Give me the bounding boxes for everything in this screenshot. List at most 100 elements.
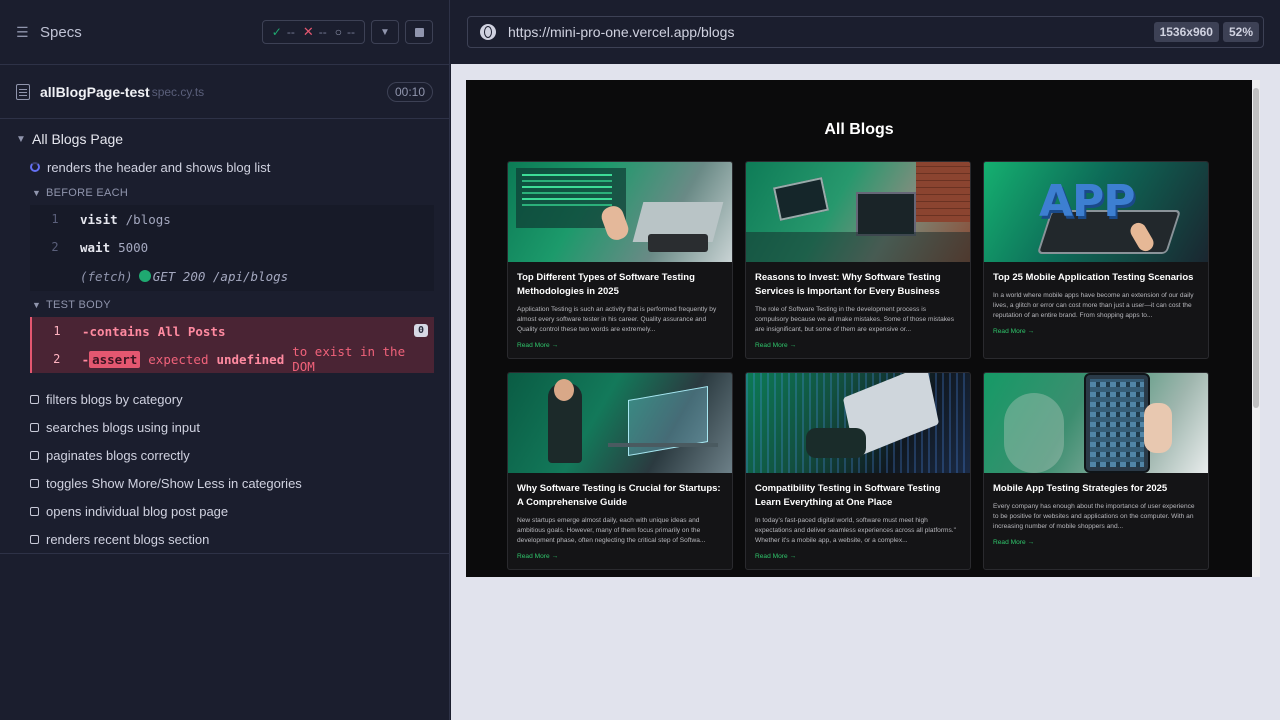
read-more-link[interactable]: Read More → [993,328,1199,335]
blog-title[interactable]: Reasons to Invest: Why Software Testing … [755,271,961,299]
command-row[interactable]: 1 -contains All Posts 0 [32,317,434,345]
other-tests: filters blogs by category searches blogs… [0,373,449,554]
failed-count: -- [318,25,327,39]
spec-file-name[interactable]: allBlogPage-test [40,84,150,100]
read-more-link[interactable]: Read More → [993,539,1199,546]
pending-box-icon [30,450,39,460]
command-message: /blogs [125,211,171,227]
command-row-failed[interactable]: 2 - assert expected undefined to exist i… [32,344,434,374]
running-icon [30,162,40,172]
pending-count: -- [347,25,355,39]
fetch-message: GET 200 /api/blogs [152,268,289,284]
command-prefix: - [81,351,90,367]
command-number: 2 [53,352,61,366]
failed-stat: ✕ -- [303,24,327,40]
viewport-size[interactable]: 1536x960 [1153,22,1219,42]
stop-button[interactable] [405,20,433,44]
pending-box-icon [30,506,39,516]
blog-image[interactable]: APP [984,162,1208,262]
spec-file-ext: spec.cy.ts [151,84,205,99]
command-name: -contains [82,323,150,339]
specs-label[interactable]: Specs [40,24,82,41]
stats-group: ✓ -- ✕ -- ○ -- [261,20,365,44]
before-each-commands: 1 visit /blogs 2 wait 5000 (fetch) GET 2… [30,205,434,291]
test-item[interactable]: paginates blogs correctly [0,441,449,469]
test-item[interactable]: searches blogs using input [0,413,449,441]
pending-box-icon [30,394,39,404]
blog-image[interactable] [746,162,970,262]
command-row[interactable]: 1 visit /blogs [30,205,434,233]
blog-image[interactable] [984,373,1208,473]
assert-message-3: to exist in the DOM [292,344,406,374]
aut-scrollbar[interactable] [1252,80,1260,577]
test-item[interactable]: opens individual blog post page [0,497,449,525]
blog-card[interactable]: Mobile App Testing Strategies for 2025 E… [983,372,1209,570]
read-more-link[interactable]: Read More → [755,342,961,349]
test-title: filters blogs by category [46,391,183,407]
read-more-link[interactable]: Read More → [517,342,723,349]
blog-card[interactable]: Top Different Types of Software Testing … [507,161,733,359]
test-item[interactable]: toggles Show More/Show Less in categorie… [0,469,449,497]
blog-title[interactable]: Mobile App Testing Strategies for 2025 [993,482,1199,496]
test-title: toggles Show More/Show Less in categorie… [46,475,302,491]
blog-title[interactable]: Top Different Types of Software Testing … [517,271,723,299]
fetch-row[interactable]: (fetch) GET 200 /api/blogs [30,261,434,291]
blog-card[interactable]: APP Top 25 Mobile Application Testing Sc… [983,161,1209,359]
blog-title[interactable]: Compatibility Testing in Software Testin… [755,482,961,510]
chevron-down-icon: ▼ [380,26,390,38]
hook-label: TEST BODY [46,299,111,311]
app-under-test: https://mini-pro-one.vercel.app/blogs 15… [451,0,1280,720]
element-count-badge: 0 [413,324,428,337]
blog-grid: Top Different Types of Software Testing … [507,161,1209,570]
file-icon [16,83,30,100]
test-title: renders the header and shows blog list [47,159,271,175]
test-running[interactable]: renders the header and shows blog list [0,153,449,181]
blog-title[interactable]: Top 25 Mobile Application Testing Scenar… [993,271,1199,285]
test-item[interactable]: filters blogs by category [0,385,449,413]
blog-card[interactable]: Compatibility Testing in Software Testin… [745,372,971,570]
assert-badge: assert [89,350,141,368]
blog-card[interactable]: Why Software Testing is Crucial for Star… [507,372,733,570]
url-bar[interactable]: https://mini-pro-one.vercel.app/blogs 15… [467,16,1264,48]
command-name: visit [80,211,118,227]
spec-file-header: allBlogPage-test spec.cy.ts 00:10 [0,65,449,119]
test-item[interactable]: renders recent blogs section [0,525,449,553]
pending-box-icon [30,478,39,488]
collapse-button[interactable]: ▼ [371,20,399,44]
check-icon: ✓ [271,25,282,39]
test-body-commands: 1 -contains All Posts 0 2 - assert expec… [30,317,434,374]
app-art-text: APP [1039,176,1136,227]
scrollbar-thumb[interactable] [1253,88,1259,408]
globe-icon [480,24,496,40]
blog-image[interactable] [508,373,732,473]
blog-excerpt: New startups emerge almost daily, each w… [517,517,706,545]
passed-count: -- [286,25,295,39]
test-title: renders recent blogs section [46,531,210,547]
read-more-link[interactable]: Read More → [517,553,723,560]
url-strip: https://mini-pro-one.vercel.app/blogs 15… [451,0,1280,64]
blog-image[interactable] [508,162,732,262]
viewport-scale[interactable]: 52% [1222,22,1259,42]
chevron-down-icon: ▼ [32,188,42,198]
page-title: All Blogs [824,121,894,138]
hook-test-body[interactable]: ▼ TEST BODY [0,293,449,317]
specs-menu-icon[interactable]: ☰ [16,25,32,39]
test-title: opens individual blog post page [46,503,229,519]
assert-message-1: expected [148,351,209,367]
hook-before-each[interactable]: ▼ BEFORE EACH [0,181,449,205]
hook-label: BEFORE EACH [46,187,129,199]
specs-header: ☰ Specs ✓ -- ✕ -- ○ -- ▼ [0,0,449,65]
blog-image[interactable] [746,373,970,473]
command-message: All Posts [157,323,226,339]
url-text[interactable]: https://mini-pro-one.vercel.app/blogs [508,24,734,40]
suite-header[interactable]: ▼ All Blogs Page [0,125,449,153]
command-row[interactable]: 2 wait 5000 [30,233,434,261]
command-message: 5000 [118,239,149,255]
chevron-down-icon: ▼ [32,300,42,310]
chevron-down-icon: ▼ [16,133,26,145]
read-more-link[interactable]: Read More → [755,553,961,560]
blog-title[interactable]: Why Software Testing is Crucial for Star… [517,482,723,510]
blog-card[interactable]: Reasons to Invest: Why Software Testing … [745,161,971,359]
blog-excerpt: Application Testing is such an activity … [517,306,717,334]
blog-excerpt: Every company has enough about the impor… [993,503,1195,531]
